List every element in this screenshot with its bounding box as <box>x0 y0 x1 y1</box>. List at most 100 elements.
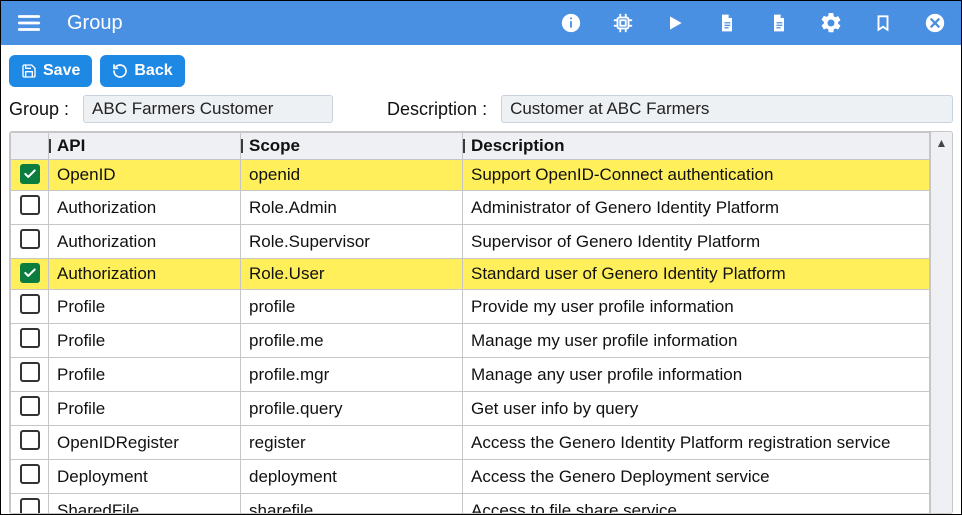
row-checkbox[interactable] <box>20 229 40 249</box>
action-button-row: Save Back <box>9 55 953 87</box>
table-row[interactable]: AuthorizationRole.SupervisorSupervisor o… <box>11 225 930 259</box>
cell-api: OpenIDRegister <box>49 426 241 460</box>
info-icon[interactable] <box>559 11 583 35</box>
row-checkbox-cell[interactable] <box>11 358 49 392</box>
scroll-up-icon[interactable]: ▲ <box>936 136 948 150</box>
cell-scope: Role.Admin <box>241 191 463 225</box>
close-icon[interactable] <box>923 11 947 35</box>
description-field[interactable] <box>501 95 953 123</box>
settings-icon[interactable] <box>819 11 843 35</box>
row-checkbox-cell[interactable] <box>11 494 49 514</box>
cell-api: Authorization <box>49 259 241 290</box>
description-label: Description : <box>387 99 487 120</box>
cell-description: Administrator of Genero Identity Platfor… <box>463 191 930 225</box>
row-checkbox[interactable] <box>20 195 40 215</box>
cell-scope: profile <box>241 290 463 324</box>
row-checkbox-cell[interactable] <box>11 460 49 494</box>
table-row[interactable]: SharedFilesharefileAccess to file share … <box>11 494 930 514</box>
row-checkbox-cell[interactable] <box>11 160 49 191</box>
cell-scope: Role.Supervisor <box>241 225 463 259</box>
cell-api: SharedFile <box>49 494 241 514</box>
table-row[interactable]: DeploymentdeploymentAccess the Genero De… <box>11 460 930 494</box>
cell-api: Profile <box>49 358 241 392</box>
table-row[interactable]: Profileprofile.meManage my user profile … <box>11 324 930 358</box>
row-checkbox[interactable] <box>20 396 40 416</box>
row-checkbox[interactable] <box>20 498 40 513</box>
cell-scope: openid <box>241 160 463 191</box>
col-header-api[interactable]: API <box>49 133 241 160</box>
row-checkbox-cell[interactable] <box>11 324 49 358</box>
cell-api: Profile <box>49 392 241 426</box>
col-header-scope[interactable]: Scope <box>241 133 463 160</box>
appbar: Group <box>1 1 961 45</box>
group-field[interactable] <box>83 95 333 123</box>
chip-icon[interactable] <box>611 11 635 35</box>
cell-description: Support OpenID-Connect authentication <box>463 160 930 191</box>
cell-description: Supervisor of Genero Identity Platform <box>463 225 930 259</box>
cell-scope: register <box>241 426 463 460</box>
appbar-actions <box>559 11 947 35</box>
cell-api: Authorization <box>49 191 241 225</box>
row-checkbox-cell[interactable] <box>11 426 49 460</box>
appbar-title: Group <box>67 12 123 35</box>
cell-api: OpenID <box>49 160 241 191</box>
table-row[interactable]: AuthorizationRole.UserStandard user of G… <box>11 259 930 290</box>
row-checkbox[interactable] <box>20 294 40 314</box>
row-checkbox-cell[interactable] <box>11 392 49 426</box>
back-button-label: Back <box>134 62 172 80</box>
row-checkbox-cell[interactable] <box>11 225 49 259</box>
scrollbar[interactable]: ▲ <box>930 132 952 513</box>
save-button[interactable]: Save <box>9 55 92 87</box>
menu-icon[interactable] <box>15 9 43 37</box>
row-checkbox-cell[interactable] <box>11 191 49 225</box>
back-button[interactable]: Back <box>100 55 184 87</box>
table-header-row: API Scope Description <box>11 133 930 160</box>
table-row[interactable]: OpenIDRegisterregisterAccess the Genero … <box>11 426 930 460</box>
cell-description: Access the Genero Deployment service <box>463 460 930 494</box>
col-header-check[interactable] <box>11 133 49 160</box>
row-checkbox-cell[interactable] <box>11 259 49 290</box>
cell-description: Standard user of Genero Identity Platfor… <box>463 259 930 290</box>
cell-description: Provide my user profile information <box>463 290 930 324</box>
cell-api: Deployment <box>49 460 241 494</box>
row-checkbox-cell[interactable] <box>11 290 49 324</box>
cell-description: Access to file share service <box>463 494 930 514</box>
cell-description: Get user info by query <box>463 392 930 426</box>
grid-scroll-area[interactable]: API Scope Description OpenIDopenidSuppor… <box>10 132 930 513</box>
row-checkbox[interactable] <box>20 362 40 382</box>
cell-scope: profile.mgr <box>241 358 463 392</box>
bookmark-icon[interactable] <box>871 11 895 35</box>
grid-container: API Scope Description OpenIDopenidSuppor… <box>9 131 953 514</box>
cell-api: Profile <box>49 290 241 324</box>
table-row[interactable]: OpenIDopenidSupport OpenID-Connect authe… <box>11 160 930 191</box>
cell-description: Manage my user profile information <box>463 324 930 358</box>
row-checkbox[interactable] <box>20 328 40 348</box>
table-row[interactable]: ProfileprofileProvide my user profile in… <box>11 290 930 324</box>
table-row[interactable]: Profileprofile.queryGet user info by que… <box>11 392 930 426</box>
table-row[interactable]: AuthorizationRole.AdminAdministrator of … <box>11 191 930 225</box>
app-window: Group <box>0 0 962 515</box>
content-area: Save Back Group : Description : <box>1 45 961 514</box>
cell-scope: deployment <box>241 460 463 494</box>
table-row[interactable]: Profileprofile.mgrManage any user profil… <box>11 358 930 392</box>
group-label: Group : <box>9 99 69 120</box>
cell-scope: profile.query <box>241 392 463 426</box>
document2-icon[interactable] <box>767 11 791 35</box>
row-checkbox[interactable] <box>20 464 40 484</box>
cell-description: Access the Genero Identity Platform regi… <box>463 426 930 460</box>
save-button-label: Save <box>43 62 80 80</box>
play-icon[interactable] <box>663 11 687 35</box>
document-icon[interactable] <box>715 11 739 35</box>
form-row: Group : Description : <box>9 95 953 123</box>
row-checkbox[interactable] <box>20 430 40 450</box>
cell-description: Manage any user profile information <box>463 358 930 392</box>
cell-scope: sharefile <box>241 494 463 514</box>
scopes-table: API Scope Description OpenIDopenidSuppor… <box>10 132 930 513</box>
cell-api: Profile <box>49 324 241 358</box>
col-header-description[interactable]: Description <box>463 133 930 160</box>
row-checkbox[interactable] <box>20 164 40 184</box>
cell-scope: profile.me <box>241 324 463 358</box>
cell-api: Authorization <box>49 225 241 259</box>
cell-scope: Role.User <box>241 259 463 290</box>
row-checkbox[interactable] <box>20 263 40 283</box>
